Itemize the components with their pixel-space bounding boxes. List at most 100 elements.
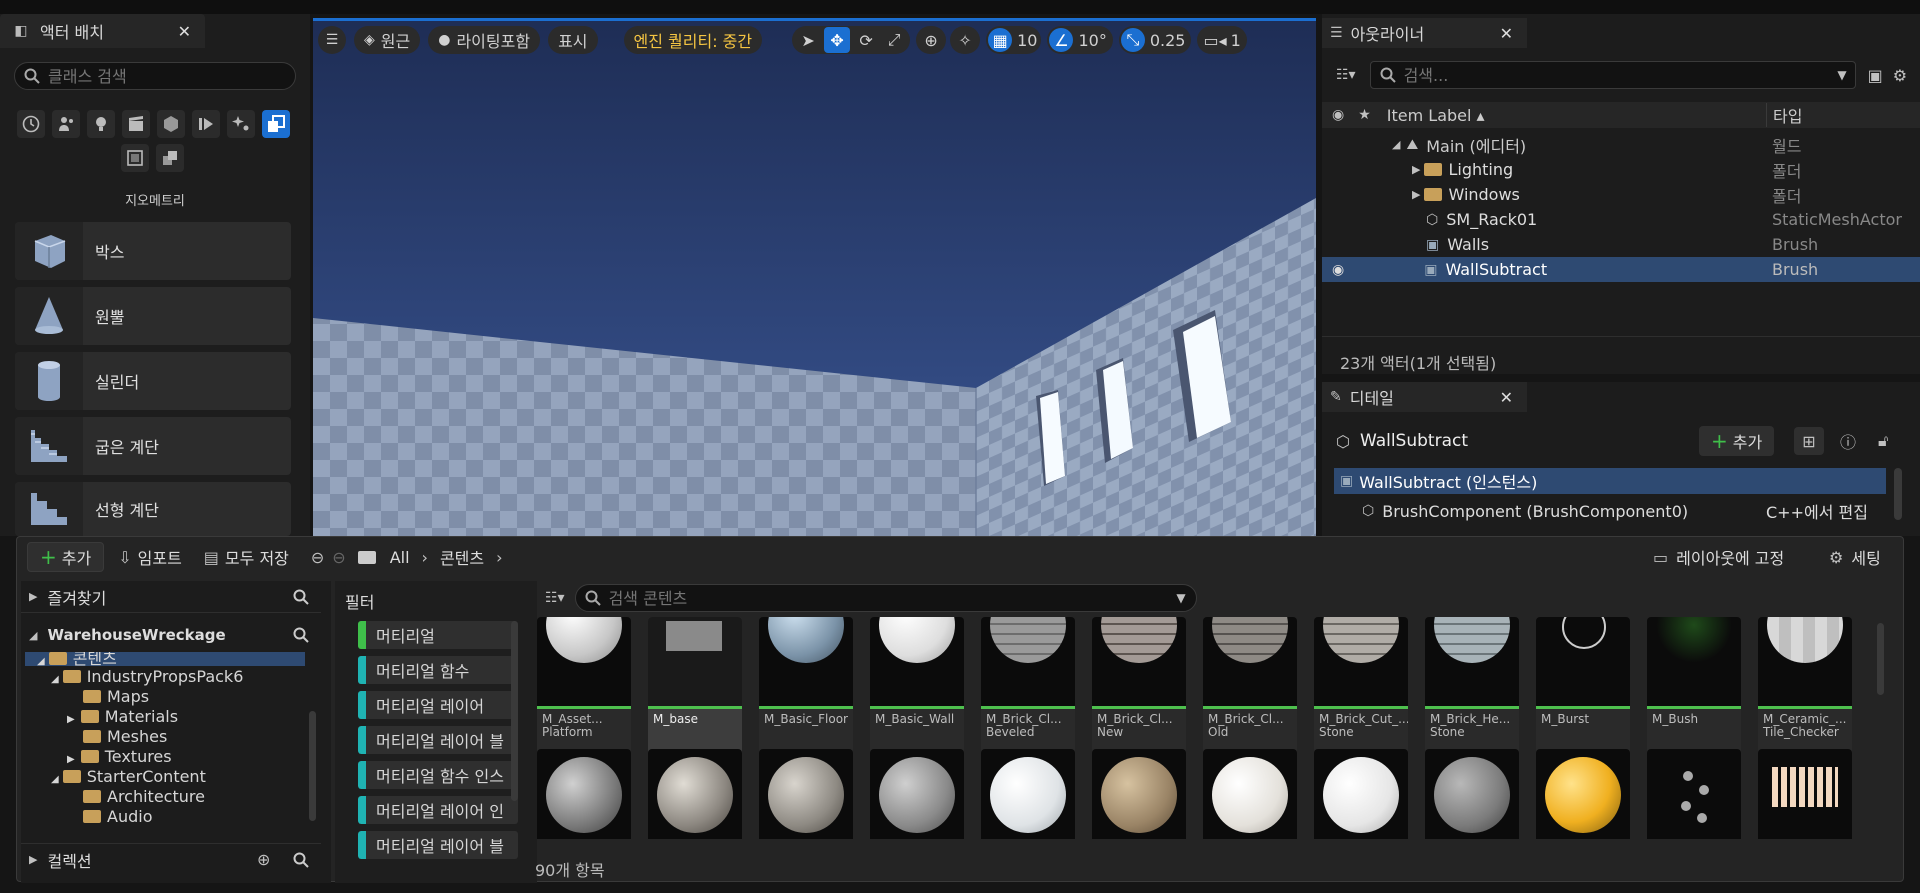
asset-thumbnail[interactable] [759,749,853,839]
content-add-button[interactable]: + 추가 [27,542,105,572]
asset-thumbnail[interactable] [981,749,1075,839]
perspective-button[interactable]: ◈ 원근 [354,26,421,54]
filter-icon[interactable]: ☷▾ [545,590,565,606]
shape-item-box[interactable]: 박스 [15,222,291,280]
asset-thumbnail[interactable] [648,749,742,839]
outliner-row[interactable]: ▣ Walls Brush [1322,232,1920,257]
save-all-button[interactable]: ▤ 모두 저장 [204,545,289,569]
play-category-tab[interactable] [192,110,220,138]
world-space-toggle[interactable]: ⊕ [916,26,947,54]
geometry-category-tab[interactable] [262,110,290,138]
folder-icon[interactable] [357,550,376,564]
rotate-tool-icon[interactable]: ⟳ [854,31,878,50]
breadcrumb-content[interactable]: 콘텐츠 [440,545,484,569]
asset-thumbnail[interactable] [1092,749,1186,839]
scale-snap-control[interactable]: ⤡ 0.25 [1118,26,1192,54]
filter-item[interactable]: 머티리얼 함수 인스 [358,761,518,789]
tree-scrollbar[interactable] [309,711,316,821]
edit-in-cpp-link[interactable]: C++에서 편집 [1766,499,1868,523]
tree-item[interactable]: Architecture [83,787,205,806]
scale-tool-icon[interactable]: ⤢ [882,30,906,50]
shape-item-cylinder[interactable]: 실린더 [15,352,291,410]
asset-grid-scrollbar[interactable] [1877,623,1884,695]
filter-item[interactable]: 머티리얼 레이어 블 [358,726,518,754]
add-collection-icon[interactable]: ⊕ [257,850,270,869]
asset-tile[interactable]: M_Brick_Cl... New머티리얼 [1092,617,1186,765]
project-section[interactable]: ◢ WarehouseWreckage [21,619,321,651]
item-label-column[interactable]: Item Label ▴ [1387,106,1485,125]
tree-item[interactable]: ▶ Materials [67,707,178,726]
class-search-field[interactable] [14,62,296,90]
camera-speed-control[interactable]: ▭◂ 1 [1197,26,1247,54]
outliner-row[interactable]: ⬡ SM_Rack01 StaticMeshActor [1322,207,1920,232]
asset-tile[interactable]: M_Basic_Wall머티리얼 [870,617,964,765]
grid-snap-control[interactable]: ▦ 10 [986,26,1042,54]
asset-tile[interactable]: M_Asset... Platform머티리얼 [537,617,631,765]
cinematic-category-tab[interactable] [122,110,150,138]
dock-in-layout-button[interactable]: ▭ 레이아웃에 고정 [1653,545,1784,569]
asset-tile[interactable]: M_Ceramic_... Tile_Checker머티리얼 [1758,617,1852,765]
close-icon[interactable]: ✕ [178,22,191,41]
details-tab[interactable]: ✎ 디테일 ✕ [1322,382,1527,412]
search-icon[interactable] [293,589,309,605]
asset-thumbnail[interactable] [1536,749,1630,839]
asset-tile[interactable]: M_Brick_Cl... Beveled머티리얼 [981,617,1075,765]
details-add-button[interactable]: + 추가 [1699,426,1775,456]
outliner-row[interactable]: ▶ Windows 폴더 [1322,182,1920,207]
filter-item[interactable]: 머티리얼 레이어 [358,691,518,719]
shape-item-cone[interactable]: 원뿔 [15,287,291,345]
add-folder-icon[interactable]: ▣ [1868,66,1883,85]
filter-item[interactable]: 머티리얼 함수 [358,656,518,684]
outliner-search-field[interactable]: ▼ [1369,61,1856,89]
content-search-input[interactable] [608,588,1149,608]
outliner-row[interactable]: ◢ ⛰ Main (에디터) 월드 [1322,132,1920,157]
tree-item[interactable]: ◢ IndustryPropsPack6 [51,667,243,686]
asset-thumbnail[interactable] [537,749,631,839]
asset-tile[interactable]: M_Brick_He... Stone머티리얼 [1425,617,1519,765]
import-button[interactable]: ⇩ 임포트 [118,545,182,569]
type-column[interactable]: 타입 [1766,103,1802,127]
component-row-instance[interactable]: ▣ WallSubtract (인스턴스) [1334,468,1886,494]
filters-scrollbar[interactable] [511,621,518,801]
place-actors-tab[interactable]: ◧ 액터 배치 ✕ [0,14,205,48]
outliner-tab[interactable]: ☰ 아웃라이너 ✕ [1322,18,1527,48]
tree-item[interactable]: ▶ Textures [67,747,172,766]
content-search-field[interactable]: ▼ [574,584,1197,612]
engine-quality-button[interactable]: 엔진 퀄리티: 중간 [623,26,763,54]
tree-item-content[interactable]: ◢ 콘텐츠 [25,652,305,666]
view-mode-button[interactable]: ● 라이팅포함 [428,26,541,54]
tree-item[interactable]: Maps [83,687,149,706]
lights-category-tab[interactable] [87,110,115,138]
eye-icon[interactable]: ◉ [1332,107,1344,123]
chevron-right-icon[interactable]: › [496,548,502,567]
blueprint-icon[interactable]: ⊞ [1794,427,1824,455]
level-viewport[interactable]: ☰ ◈ 원근 ● 라이팅포함 표시 엔진 퀄리티: 중간 ➤ ✥ ⟳ ⤢ ⊕ ✧ ▦… [313,18,1316,536]
settings-button[interactable]: ⚙ 세팅 [1829,545,1881,569]
help-icon[interactable]: ⓘ [1840,429,1856,453]
asset-tile[interactable]: M_Brick_Cl... Old머티리얼 [1203,617,1297,765]
filter-item[interactable]: 머티리얼 레이어 인 [358,796,518,824]
rotation-snap-control[interactable]: ∠ 10° [1047,26,1113,54]
asset-tile-selected[interactable]: M_base머티리얼 [648,617,742,765]
lock-icon[interactable]: 🔓︎ [1878,431,1888,451]
asset-tile[interactable]: M_Burst머티리얼 [1536,617,1630,765]
favorites-section[interactable]: ▶ 즐겨찾기 [21,581,321,613]
tree-item[interactable]: ◢ StarterContent [51,767,206,786]
outliner-row[interactable]: ▶ Lighting 폴더 [1322,157,1920,182]
forward-icon[interactable]: ⊖ [332,548,345,567]
close-icon[interactable]: ✕ [1500,388,1513,407]
chevron-down-icon[interactable]: ▼ [1176,591,1185,605]
eye-icon[interactable]: ◉ [1332,262,1344,278]
recent-category-tab[interactable] [17,110,45,138]
asset-tile[interactable]: M_Brick_Cut_... Stone머티리얼 [1314,617,1408,765]
select-tool-icon[interactable]: ➤ [796,31,820,50]
back-icon[interactable]: ⊖ [311,548,324,567]
asset-thumbnail[interactable] [1758,749,1852,839]
filter-item[interactable]: 머티리얼 [358,621,518,649]
details-scrollbar[interactable] [1894,468,1902,520]
collections-section[interactable]: ▶ 컬렉션 ⊕ [21,843,321,875]
outliner-search-input[interactable] [1403,65,1824,85]
chevron-down-icon[interactable]: ▼ [1837,68,1846,82]
asset-tile[interactable]: M_Basic_Floor머티리얼 [759,617,853,765]
asset-thumbnail[interactable] [1425,749,1519,839]
